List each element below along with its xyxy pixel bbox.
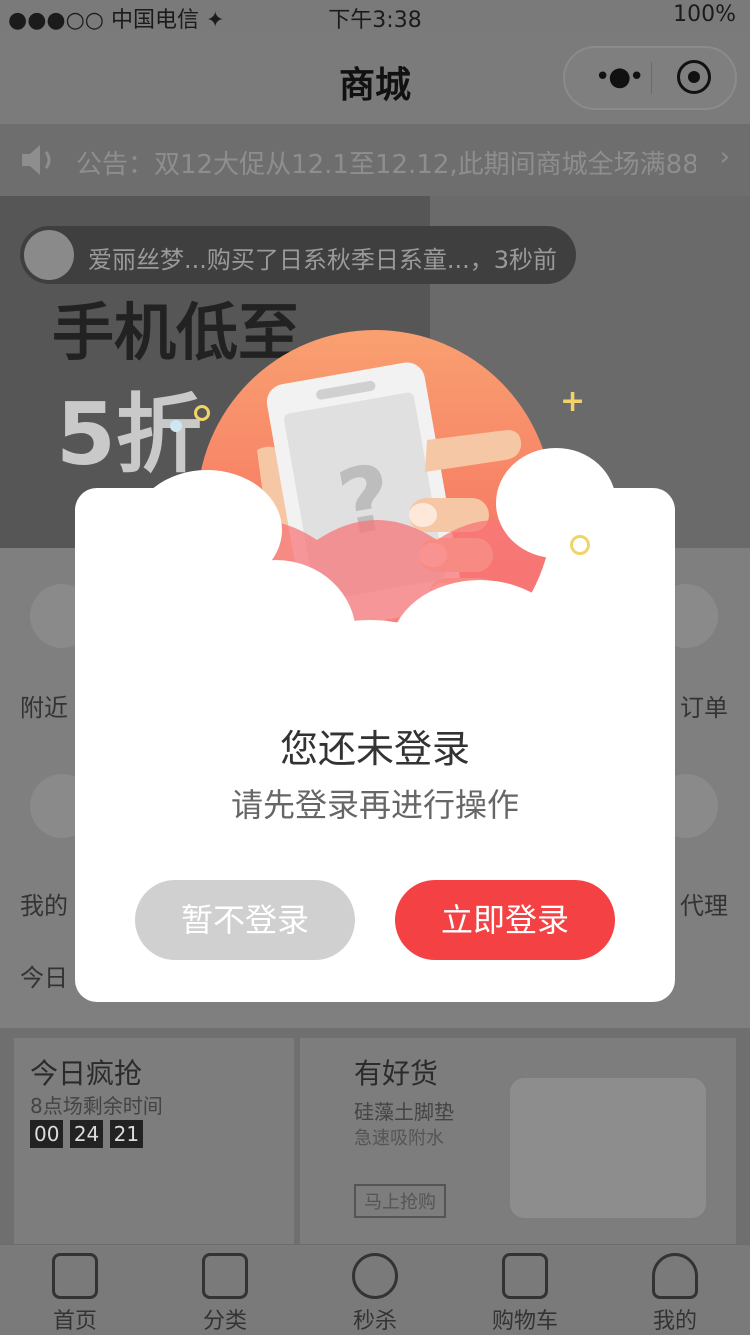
mini-program-capsule[interactable]: •●•: [563, 46, 737, 110]
menu-label-agent: 代理: [680, 892, 728, 920]
menu-label-order: 订单: [680, 694, 728, 722]
tab-category[interactable]: 分类: [150, 1253, 300, 1335]
speaker-icon: [18, 142, 58, 185]
tab-bar: 首页 分类 秒杀 购物车 我的: [0, 1244, 750, 1335]
flash-sale-card[interactable]: 今日疯抢 8点场剩余时间 00 24 21: [14, 1038, 294, 1244]
cloud-center: [280, 620, 460, 730]
buy-now-tag[interactable]: 马上抢购: [354, 1184, 446, 1218]
sparkle-dot: [170, 420, 182, 432]
flash-subtitle: 8点场剩余时间: [30, 1094, 163, 1118]
sparkle-ring: [194, 405, 210, 421]
tab-label: 购物车: [491, 1309, 558, 1334]
sparkle-ring: [570, 535, 590, 555]
product-image: [510, 1078, 706, 1218]
countdown-seconds: 21: [109, 1120, 144, 1148]
grid-icon: [202, 1253, 248, 1299]
tab-label: 秒杀: [352, 1309, 397, 1334]
countdown-hours: 00: [30, 1120, 64, 1148]
tab-home[interactable]: 首页: [0, 1253, 150, 1335]
battery-text: 100%: [673, 2, 736, 27]
good-title: 有好货: [354, 1057, 439, 1090]
dialog-title: 您还未登录: [279, 727, 470, 771]
dialog-subtitle: 请先登录再进行操作: [230, 786, 519, 824]
goods-section: 今日疯抢 8点场剩余时间 00 24 21 有好货 硅藻土脚垫 急速吸附水 马上…: [0, 1028, 750, 1248]
notice-text: 公告：双12大促从12.1至12.12,此期间商城全场满88: [76, 150, 696, 180]
flash-title: 今日疯抢: [30, 1057, 143, 1090]
good-line1: 硅藻土脚垫: [354, 1100, 454, 1124]
tab-label: 分类: [202, 1309, 247, 1334]
tab-mine[interactable]: 我的: [600, 1253, 750, 1335]
marquee-text: 爱丽丝梦...购买了日系秋季日系童...，3秒前: [88, 246, 558, 274]
tab-label: 首页: [52, 1309, 97, 1334]
banner-headline: 手机低至: [52, 296, 301, 369]
menu-label-nearby: 附近: [20, 694, 68, 722]
today-label: 今日: [20, 964, 68, 992]
home-icon: [52, 1253, 98, 1299]
countdown-minutes: 24: [69, 1120, 104, 1148]
purchase-marquee: 爱丽丝梦...购买了日系秋季日系童...，3秒前: [20, 226, 576, 284]
login-now-button[interactable]: 立即登录: [395, 880, 615, 960]
tab-label: 我的: [652, 1309, 697, 1334]
countdown-timer: 00 24 21: [30, 1120, 144, 1148]
cart-icon: [502, 1253, 548, 1299]
capsule-divider: [651, 62, 652, 94]
user-icon: [652, 1253, 698, 1299]
good-line2: 急速吸附水: [354, 1128, 444, 1149]
chevron-right-icon: ›: [719, 142, 730, 172]
skip-login-button[interactable]: 暂不登录: [135, 880, 355, 960]
good-product-card[interactable]: 有好货 硅藻土脚垫 急速吸附水 马上抢购: [300, 1038, 736, 1244]
avatar: [24, 230, 74, 280]
cloud-right: [496, 448, 616, 558]
tab-cart[interactable]: 购物车: [450, 1253, 600, 1335]
notice-bar[interactable]: 公告：双12大促从12.1至12.12,此期间商城全场满88 ›: [0, 124, 750, 196]
tab-flash-sale[interactable]: 秒杀: [300, 1253, 450, 1335]
more-icon[interactable]: •●•: [595, 62, 644, 92]
menu-label-mine: 我的: [20, 892, 68, 920]
close-target-icon[interactable]: [677, 60, 711, 94]
status-bar: ●●●○○ 中国电信 ✦ 下午3:38 100%: [0, 0, 750, 33]
sparkle-plus-icon: +: [560, 384, 586, 419]
clock-icon: [352, 1253, 398, 1299]
